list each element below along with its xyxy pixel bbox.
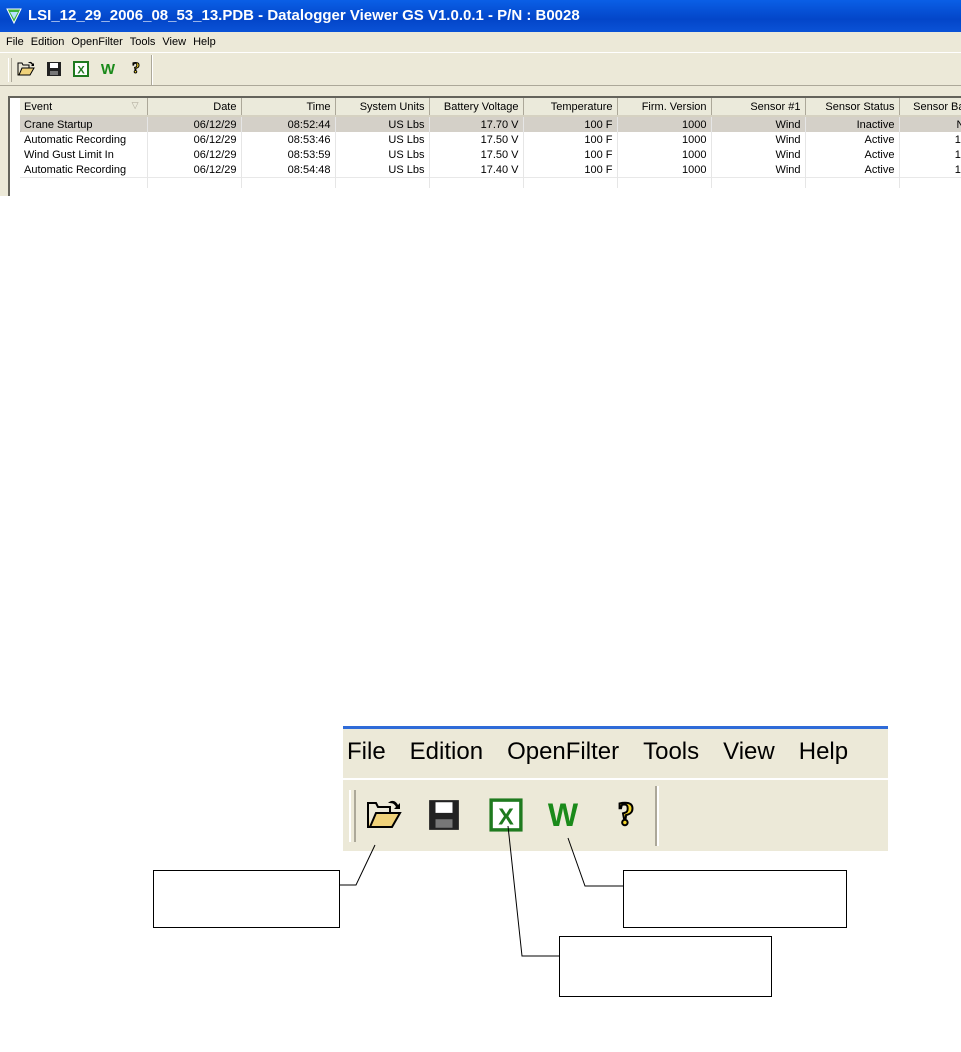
callout-box-excel: [559, 936, 772, 997]
callout-box-word: [623, 870, 847, 928]
leader-line-open: [339, 844, 376, 886]
leader-line-word: [567, 837, 624, 887]
callout-box-open: [153, 870, 340, 928]
leader-line-excel: [507, 825, 560, 957]
